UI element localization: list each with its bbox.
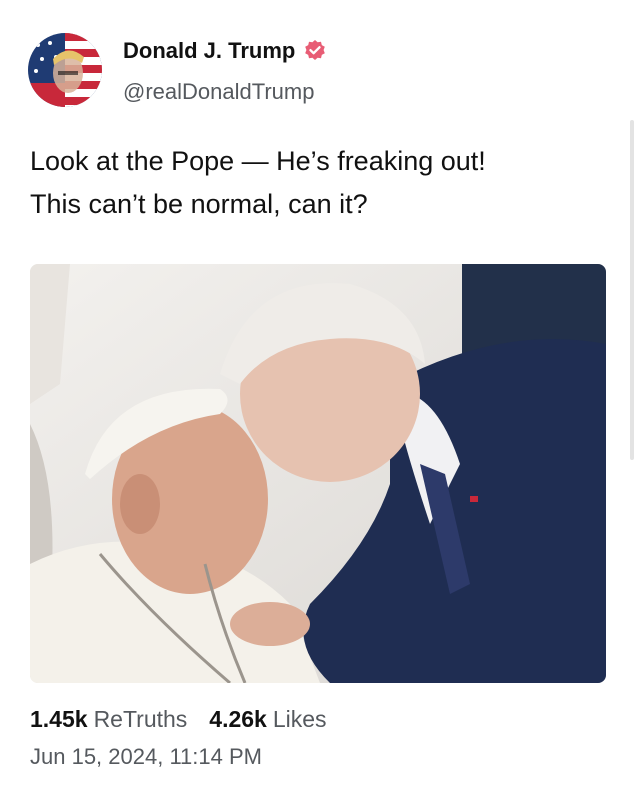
post-body-text: Look at the Pope — He’s freaking out! Th… [30,140,620,226]
post-stats: 1.45k ReTruths 4.26k Likes [30,706,327,733]
truth-post: Donald J. Trump @realDonaldTrump Look at… [0,0,635,800]
retruths-stat[interactable]: 1.45k ReTruths [30,706,187,733]
scrollbar[interactable] [630,120,634,460]
post-timestamp[interactable]: Jun 15, 2024, 11:14 PM [30,744,262,770]
likes-label: Likes [272,706,327,732]
author-name-text: Donald J. Trump [123,38,296,63]
likes-count: 4.26k [209,706,267,732]
post-image[interactable] [30,264,606,683]
retruths-label: ReTruths [93,706,188,732]
author-display-name[interactable]: Donald J. Trump [123,38,327,64]
retruths-count: 1.45k [30,706,88,732]
likes-stat[interactable]: 4.26k Likes [209,706,326,733]
post-text-line: This can’t be normal, can it? [30,189,368,219]
author-avatar[interactable] [28,33,102,107]
author-handle[interactable]: @realDonaldTrump [123,79,314,105]
verified-badge-icon [303,39,327,63]
post-text-line: Look at the Pope — He’s freaking out! [30,146,486,176]
